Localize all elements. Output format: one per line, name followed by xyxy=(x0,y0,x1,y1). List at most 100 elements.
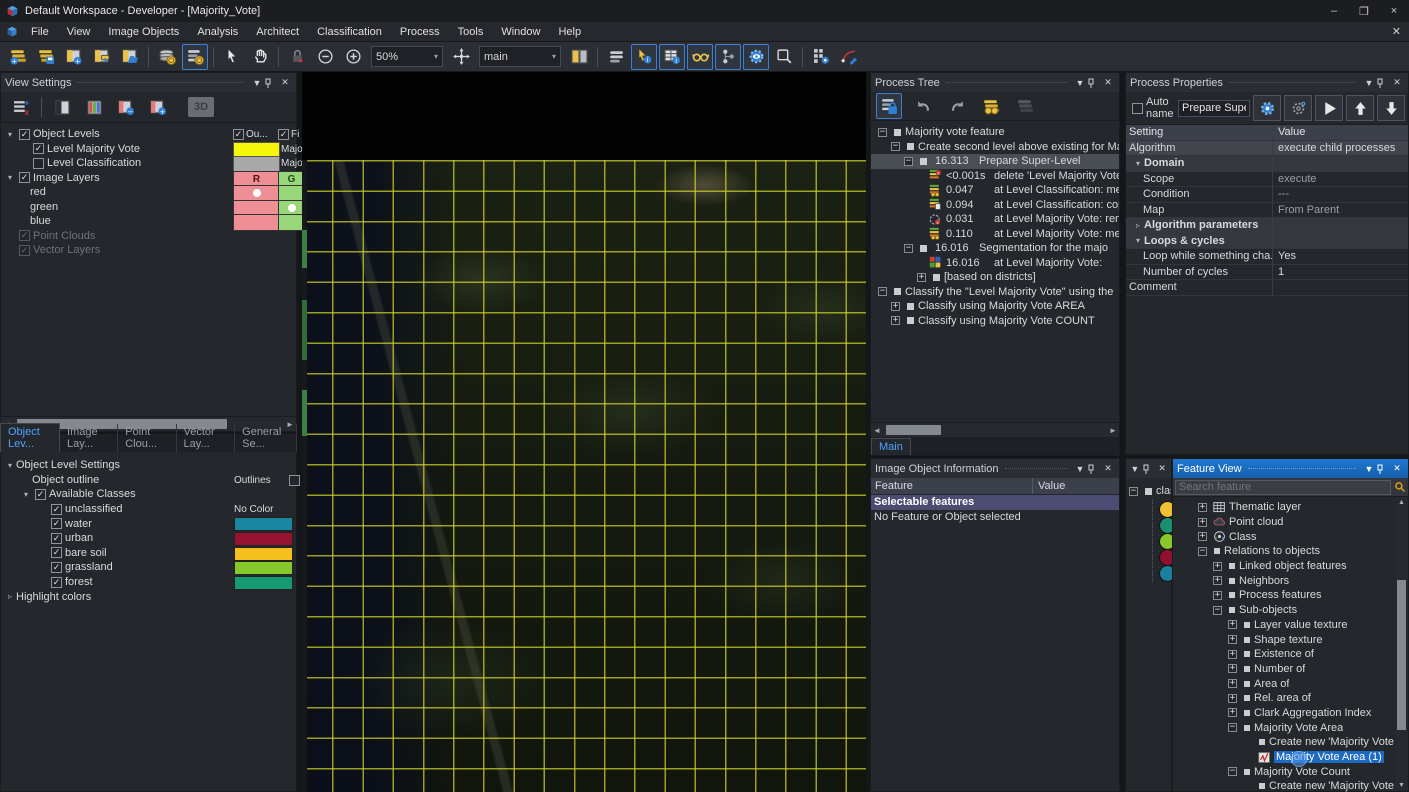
feature-view-row[interactable]: +Layer value texture xyxy=(1173,618,1408,633)
selectable-features-row[interactable]: Selectable features xyxy=(871,495,1119,510)
zoom-tool-icon[interactable] xyxy=(284,44,310,70)
menu-file[interactable]: File xyxy=(22,22,58,42)
navigate-icon[interactable] xyxy=(448,44,474,70)
redo-icon[interactable] xyxy=(944,93,970,119)
view-settings-row[interactable]: ✓Vector Layers xyxy=(1,243,296,258)
object-levels-coin-icon[interactable] xyxy=(182,44,208,70)
feature-view-vscrollbar[interactable]: ▲▼ xyxy=(1396,497,1407,791)
close-icon[interactable]: ✕ xyxy=(1101,463,1115,474)
feature-view-row[interactable]: +Clark Aggregation Index xyxy=(1173,706,1408,721)
pp-row[interactable]: Scopeexecute xyxy=(1126,172,1408,188)
feature-view-row[interactable]: +Process features xyxy=(1173,588,1408,603)
expander-icon[interactable]: + xyxy=(891,302,900,311)
view-settings-gear-icon[interactable] xyxy=(743,44,769,70)
expander-icon[interactable]: − xyxy=(891,142,900,151)
feature-view-row[interactable]: +Class xyxy=(1173,529,1408,544)
process-name-input[interactable] xyxy=(1178,100,1250,117)
map-image[interactable] xyxy=(302,160,866,792)
feature-view-row[interactable]: +Number of xyxy=(1173,662,1408,677)
zoom-preview-icon[interactable] xyxy=(771,44,797,70)
tab-objectlev[interactable]: Object Lev... xyxy=(0,423,60,452)
close-button[interactable]: × xyxy=(1379,0,1409,22)
menu-classification[interactable]: Classification xyxy=(308,22,391,42)
row-checkbox[interactable]: ✓ xyxy=(19,129,30,140)
cursor-icon[interactable] xyxy=(219,44,245,70)
expander-icon[interactable]: ▹ xyxy=(5,592,15,601)
edit-curve-icon[interactable] xyxy=(836,44,862,70)
object-table-icon[interactable]: i xyxy=(659,44,685,70)
process-tree-row[interactable]: −Classify the "Level Majority Vote" usin… xyxy=(871,285,1119,300)
feature-view-row[interactable]: −Sub-objects xyxy=(1173,603,1408,618)
col-value[interactable]: Value xyxy=(1033,478,1119,494)
pp-row[interactable]: Comment xyxy=(1126,280,1408,296)
row-checkbox[interactable]: ✓ xyxy=(51,562,62,573)
process-tree-row[interactable]: +0.110at Level Majority Vote: merg xyxy=(871,227,1119,242)
expander-icon[interactable]: − xyxy=(878,287,887,296)
auto-name-checkbox[interactable] xyxy=(1132,103,1143,114)
pin-icon[interactable] xyxy=(1376,464,1390,474)
process-tree-row[interactable]: −16.313Prepare Super-Level xyxy=(871,154,1119,169)
classification-glasses-icon[interactable] xyxy=(687,44,713,70)
row-checkbox[interactable]: ✓ xyxy=(19,230,30,241)
feature-view-row[interactable]: −Majority Vote Area xyxy=(1173,720,1408,735)
menu-window[interactable]: Window xyxy=(492,22,549,42)
process-tree-hscrollbar[interactable]: ◄► xyxy=(871,422,1119,437)
dropdown-icon[interactable]: ▼ xyxy=(1073,78,1087,88)
object-level-settings-row[interactable]: ▾✓Available Classes xyxy=(1,487,296,502)
col-value[interactable]: Value xyxy=(1273,126,1408,138)
expander-icon[interactable]: + xyxy=(1228,708,1237,717)
close-icon[interactable]: ✕ xyxy=(1155,463,1169,474)
pane-colors-icon[interactable] xyxy=(81,94,107,120)
pane-plus-icon[interactable]: + xyxy=(145,94,171,120)
edit-list-icon[interactable]: +x xyxy=(8,94,34,120)
process-lock-icon[interactable] xyxy=(876,93,902,119)
row-checkbox[interactable]: ✓ xyxy=(19,245,30,256)
add-map-icon[interactable]: + xyxy=(61,44,87,70)
row-checkbox[interactable]: ✓ xyxy=(19,172,30,183)
close-icon[interactable]: ✕ xyxy=(1101,77,1115,88)
row-checkbox[interactable]: ✓ xyxy=(51,577,62,588)
gear-blue-button[interactable] xyxy=(1253,95,1281,121)
row-checkbox[interactable]: ✓ xyxy=(51,533,62,544)
expander-icon[interactable]: + xyxy=(1228,650,1237,659)
class-hierarchy-icon[interactable] xyxy=(715,44,741,70)
pp-row[interactable]: MapFrom Parent xyxy=(1126,203,1408,219)
search-feature-input[interactable] xyxy=(1175,480,1391,495)
menu-view[interactable]: View xyxy=(58,22,100,42)
expander-icon[interactable]: ▾ xyxy=(1133,236,1143,245)
menu-close-icon[interactable]: ✕ xyxy=(1392,25,1401,38)
row-checkbox[interactable]: ✓ xyxy=(51,547,62,558)
expander-icon[interactable]: − xyxy=(904,157,913,166)
feature-view-row[interactable]: −Majority Vote Count xyxy=(1173,764,1408,779)
object-level-settings-row[interactable]: ▾Object Level Settings xyxy=(1,458,296,473)
pp-row[interactable]: Algorithmexecute child processes xyxy=(1126,141,1408,157)
expander-icon[interactable]: + xyxy=(1198,503,1207,512)
feature-view-row[interactable]: +Create new 'Majority Vote xyxy=(1173,779,1408,792)
expander-icon[interactable]: + xyxy=(917,273,926,282)
expander-icon[interactable]: ▹ xyxy=(1133,221,1143,230)
menu-help[interactable]: Help xyxy=(549,22,590,42)
row-checkbox[interactable]: ✓ xyxy=(51,518,62,529)
expander-icon[interactable]: ▾ xyxy=(21,490,31,499)
feature-view-row[interactable]: +Shape texture xyxy=(1173,632,1408,647)
process-tree-row[interactable]: +Classify using Majority Vote COUNT xyxy=(871,314,1119,329)
3d-button[interactable]: 3D xyxy=(188,97,214,117)
delete-stack-icon[interactable] xyxy=(1012,93,1038,119)
expander-icon[interactable]: + xyxy=(1228,664,1237,673)
pp-row[interactable]: ▹Algorithm parameters xyxy=(1126,218,1408,234)
zoom-out-icon[interactable] xyxy=(312,44,338,70)
menu-analysis[interactable]: Analysis xyxy=(188,22,247,42)
split-view-icon[interactable] xyxy=(566,44,592,70)
pan-hand-icon[interactable] xyxy=(247,44,273,70)
col-setting[interactable]: Setting xyxy=(1126,125,1273,140)
play-button[interactable] xyxy=(1315,95,1343,121)
dropdown-icon[interactable]: ▼ xyxy=(250,78,264,88)
search-icon[interactable] xyxy=(1394,481,1406,493)
expander-icon[interactable]: + xyxy=(891,316,900,325)
minimize-button[interactable]: – xyxy=(1319,0,1349,22)
process-tree-row[interactable]: −Majority vote feature xyxy=(871,125,1119,140)
pane-minus-icon[interactable]: − xyxy=(113,94,139,120)
expander-icon[interactable]: + xyxy=(1198,518,1207,527)
grid-settings-icon[interactable] xyxy=(808,44,834,70)
dropdown-icon[interactable]: ▼ xyxy=(1073,464,1087,474)
